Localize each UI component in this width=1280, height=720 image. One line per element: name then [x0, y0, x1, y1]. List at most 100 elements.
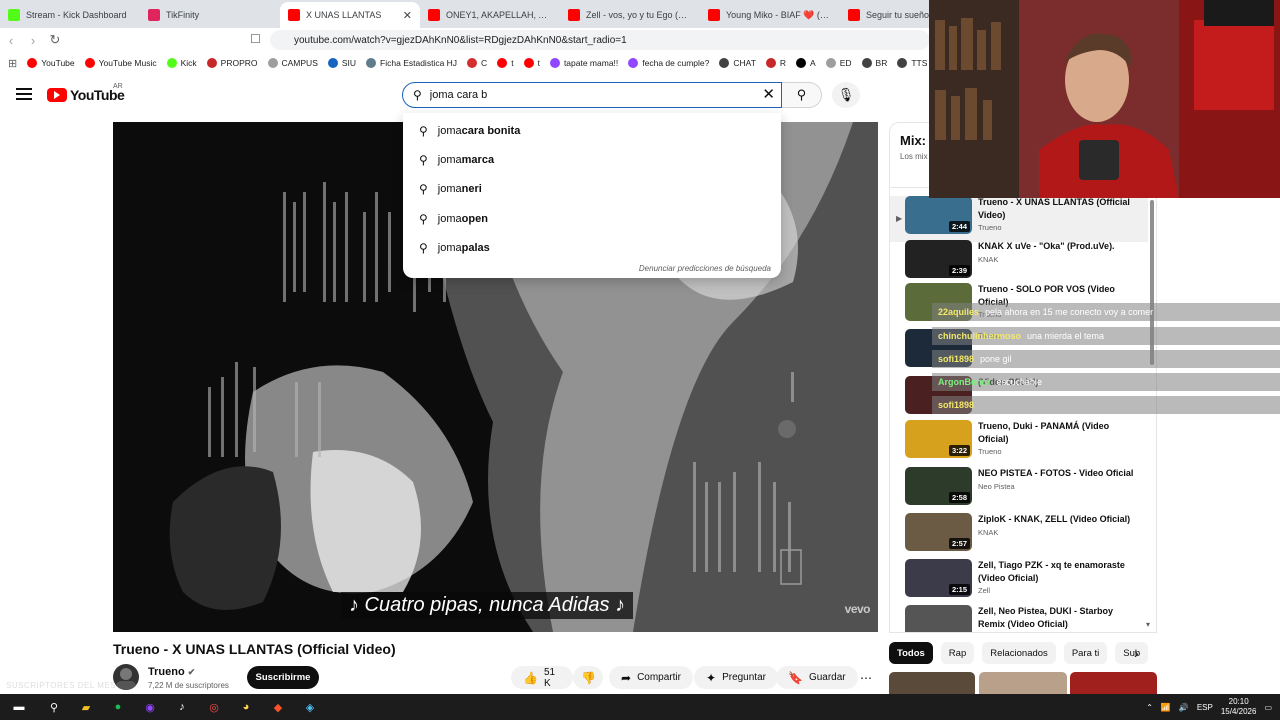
playlist-item[interactable]: 3:22 Trueno, Duki - PANAMÁ (Video Oficial…	[890, 420, 1148, 466]
voice-search-button[interactable]: 🎙	[832, 82, 860, 108]
playlist-item[interactable]: Zell, Neo Pistea, DUKI - Starboy Remix (…	[890, 605, 1148, 632]
ask-button[interactable]: ✦ Preguntar	[694, 666, 778, 689]
subscribe-button[interactable]: Suscribirme	[247, 666, 319, 689]
bookmark-icon[interactable]: ☐	[250, 32, 261, 46]
start-icon[interactable]: ▬	[5, 698, 33, 716]
chevron-right-icon[interactable]: ›	[1134, 645, 1139, 661]
clock[interactable]: 20:10 15/4/2026	[1221, 697, 1257, 717]
youtube-logo[interactable]: YouTube AR	[47, 83, 125, 103]
bookmark-item[interactable]: CAMPUS	[267, 58, 318, 68]
obs-icon[interactable]: ◎	[203, 698, 225, 716]
playlist-item[interactable]: ▶ 2:44 Trueno - X UNAS LLANTAS (Official V…	[890, 196, 1148, 242]
browser-tab[interactable]: X UNAS LLANTAS ✕	[280, 2, 420, 28]
bookmark-item[interactable]: TTS	[897, 58, 927, 68]
language-indicator[interactable]: ESP	[1197, 703, 1213, 712]
subscribers-watermark: SUSCRIPTORES DEL MES	[6, 681, 117, 690]
report-predictions-link[interactable]: Denunciar predicciones de búsqueda	[639, 264, 771, 273]
scroll-down-icon[interactable]: ▾	[1146, 620, 1150, 629]
filter-chip[interactable]: Sub	[1115, 642, 1149, 664]
playlist-item[interactable]: 2:57 ZiploK - KNAK, ZELL (Video Oficial) K…	[890, 513, 1148, 559]
recommended-thumbnail[interactable]	[1070, 672, 1157, 694]
bookmark-item[interactable]: CHAT	[719, 58, 756, 68]
browser-tab[interactable]: TikFinity	[140, 2, 280, 28]
search-suggestion[interactable]: ⚲ joma marca	[403, 145, 781, 174]
bookmark-item[interactable]: tapate mama!!	[549, 58, 618, 68]
bookmark-label: fecha de cumple?	[642, 58, 710, 68]
bookmark-item[interactable]: PROPRO	[206, 58, 258, 68]
spotify-icon[interactable]: ●	[107, 698, 129, 716]
bookmark-favicon-icon	[628, 58, 639, 68]
dislike-button[interactable]: 👎	[573, 666, 603, 689]
tab-title: ONEY1, AKAPELLAH, ARA - El	[446, 10, 552, 20]
bookmark-favicon-icon	[327, 58, 338, 68]
browser-tab[interactable]: Young Miko - BIAF ❤️ (Video	[700, 2, 840, 28]
bookmark-item[interactable]: ED	[825, 58, 852, 68]
suggestion-prefix: joma	[437, 242, 462, 255]
save-button[interactable]: 🔖 Guardar	[776, 666, 858, 689]
search-icon[interactable]: ⚲	[43, 698, 65, 716]
bookmark-item[interactable]: t	[497, 58, 514, 68]
brave-icon[interactable]: ◆	[267, 698, 289, 716]
close-tab-icon[interactable]: ✕	[403, 9, 412, 22]
filter-chip[interactable]: Relacionados	[982, 642, 1056, 664]
playlist-item[interactable]: 2:58 NEO PISTEA - FOTOS - Video Oficial Ne…	[890, 467, 1148, 513]
steam-icon[interactable]: ◈	[299, 698, 321, 716]
menu-icon[interactable]	[16, 88, 32, 100]
search-suggestion[interactable]: ⚲ joma open	[403, 204, 781, 233]
bookmark-item[interactable]: YouTube	[27, 58, 75, 68]
bookmark-favicon-icon	[366, 58, 377, 68]
bookmark-item[interactable]: A	[796, 58, 816, 68]
suggestion-completion: neri	[461, 183, 482, 196]
bookmark-item[interactable]: C	[467, 58, 487, 68]
search-input[interactable]	[429, 89, 730, 101]
chrome-icon[interactable]: ◕	[235, 698, 257, 716]
video-title: Zell, Tiago PZK - xq te enamoraste (Vide…	[978, 560, 1125, 583]
reload-icon[interactable]: ↻	[44, 32, 66, 48]
channel-name-row[interactable]: Trueno ✔	[148, 666, 195, 678]
recommended-thumbnail[interactable]	[979, 672, 1067, 694]
playlist-item[interactable]: 2:39 KNAK X uVe - "Oka" (Prod.uVe). KNAK	[890, 240, 1148, 286]
video-channel: Neo Pistea	[978, 481, 1015, 491]
bookmark-favicon-icon	[206, 58, 217, 68]
video-thumbnail	[905, 605, 972, 632]
like-button[interactable]: 👍 51 K	[511, 666, 573, 689]
browser-tab[interactable]: Stream - Kick Dashboard	[0, 2, 140, 28]
bookmark-favicon-icon	[467, 58, 478, 68]
bookmark-item[interactable]: fecha de cumple?	[628, 58, 709, 68]
bookmark-item[interactable]: Kick	[166, 58, 197, 68]
url-field[interactable]: youtube.com/watch?v=gjezDAhKnN0&list=RDg…	[270, 30, 930, 50]
country-code: AR	[113, 83, 123, 90]
search-suggestion[interactable]: ⚲ joma cara bonita	[403, 116, 781, 145]
network-icon[interactable]: 📶	[1161, 703, 1171, 712]
apps-icon[interactable]: ⊞	[8, 57, 17, 70]
file-explorer-icon[interactable]: ▰	[75, 698, 97, 716]
discord-icon[interactable]: ◉	[139, 698, 161, 716]
tiktok-icon[interactable]: ♪	[171, 698, 193, 716]
tray-chevron-icon[interactable]: ⌃	[1146, 703, 1153, 712]
channel-avatar[interactable]	[113, 664, 139, 690]
filter-chip[interactable]: Rap	[940, 642, 975, 664]
volume-icon[interactable]: 🔊	[1179, 703, 1189, 712]
bookmark-item[interactable]: SIU	[327, 58, 356, 68]
recommended-thumbnail[interactable]	[889, 672, 975, 694]
browser-tab[interactable]: Zell - vos, yo y tu Ego (Video	[560, 2, 700, 28]
more-actions-button[interactable]: ⋯	[852, 666, 880, 689]
share-button[interactable]: ➦ Compartir	[609, 666, 693, 689]
filter-chip[interactable]: Todos	[889, 642, 933, 664]
search-suggestion[interactable]: ⚲ joma palas	[403, 234, 781, 263]
browser-tab[interactable]: ONEY1, AKAPELLAH, ARA - El	[420, 2, 560, 28]
filter-chips: Todos Rap Relacionados Para ti Sub	[889, 642, 1154, 664]
forward-icon[interactable]: ›	[22, 33, 44, 48]
search-suggestion[interactable]: ⚲ joma neri	[403, 175, 781, 204]
clear-search-icon[interactable]: ✕	[762, 87, 775, 103]
bookmark-item[interactable]: t	[523, 58, 540, 68]
bookmark-item[interactable]: BR	[861, 58, 887, 68]
bookmark-item[interactable]: R	[765, 58, 786, 68]
notifications-icon[interactable]: ▭	[1264, 703, 1272, 712]
back-icon[interactable]: ‹	[0, 33, 22, 48]
bookmark-item[interactable]: YouTube Music	[84, 58, 157, 68]
playlist-item[interactable]: 2:15 Zell, Tiago PZK - xq te enamoraste (…	[890, 559, 1148, 605]
filter-chip[interactable]: Para ti	[1063, 642, 1108, 664]
search-button[interactable]: ⚲	[782, 82, 822, 108]
bookmark-item[interactable]: Ficha Estadistica HJ	[366, 58, 457, 68]
